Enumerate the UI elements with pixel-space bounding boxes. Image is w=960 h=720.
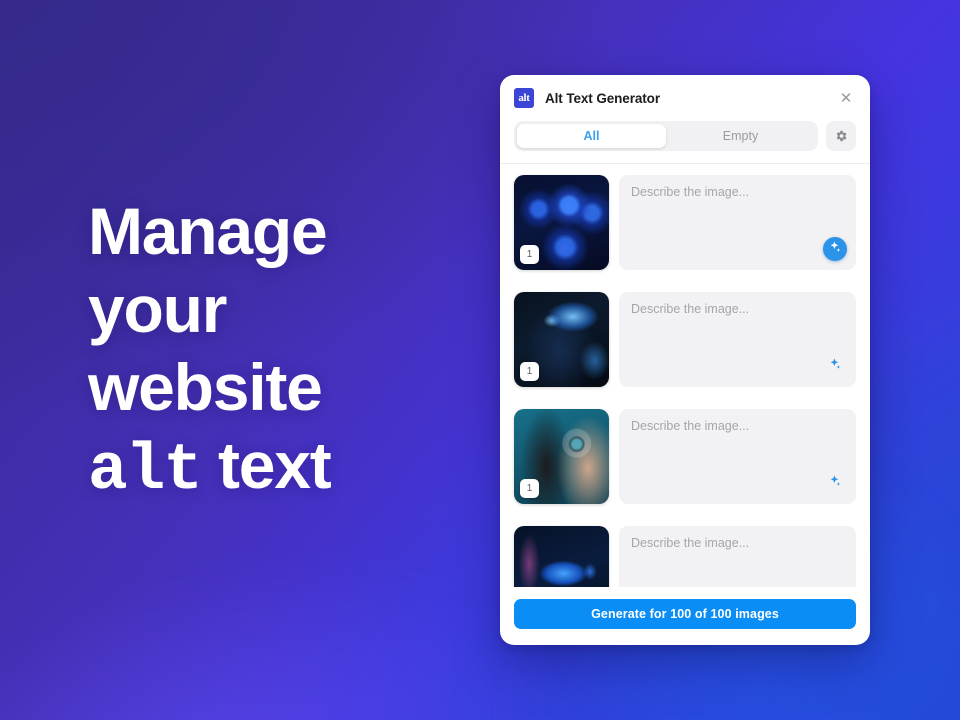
panel-tabs-row: All Empty	[500, 121, 870, 163]
generate-alt-text-button[interactable]	[823, 471, 847, 495]
image-count-badge: 1	[520, 362, 539, 381]
headline-line-4: alt text	[88, 426, 332, 510]
tab-all[interactable]: All	[517, 124, 666, 148]
list-item: 1 Describe the image...	[514, 515, 856, 587]
image-thumbnail[interactable]: 1	[514, 409, 609, 504]
panel-title: Alt Text Generator	[545, 90, 660, 106]
generate-alt-text-button[interactable]	[823, 237, 847, 261]
list-item: 1 Describe the image...	[514, 164, 856, 281]
image-list: 1 Describe the image... 1 Describe the i…	[500, 163, 870, 587]
alt-text-placeholder: Describe the image...	[631, 302, 750, 316]
sparkle-icon	[828, 357, 842, 376]
alt-text-generator-panel: alt Alt Text Generator ✕ All Empty 1 Des…	[500, 75, 870, 645]
image-thumbnail[interactable]: 1	[514, 292, 609, 387]
panel-footer: Generate for 100 of 100 images	[500, 587, 870, 645]
thumbnail-artwork	[514, 526, 609, 587]
alt-text-placeholder: Describe the image...	[631, 419, 750, 433]
alt-text-field[interactable]: Describe the image...	[619, 292, 856, 387]
alt-text-placeholder: Describe the image...	[631, 185, 750, 199]
panel-header: alt Alt Text Generator ✕	[500, 75, 870, 121]
headline-text-word: text	[217, 428, 332, 502]
list-item: 1 Describe the image...	[514, 398, 856, 515]
generate-alt-text-button[interactable]	[823, 354, 847, 378]
alt-text-field[interactable]: Describe the image...	[619, 409, 856, 504]
image-thumbnail[interactable]: 1	[514, 175, 609, 270]
sparkle-icon	[828, 240, 842, 259]
gear-icon	[834, 129, 848, 143]
headline-line-3: website	[88, 350, 323, 424]
image-count-badge: 1	[520, 245, 539, 264]
headline-line-2: your	[88, 272, 227, 346]
image-thumbnail[interactable]: 1	[514, 526, 609, 587]
close-icon[interactable]: ✕	[836, 88, 856, 108]
app-logo-icon: alt	[514, 88, 534, 108]
page-title: Manage your website alt text	[88, 192, 332, 510]
image-count-badge: 1	[520, 479, 539, 498]
generate-all-button[interactable]: Generate for 100 of 100 images	[514, 599, 856, 629]
headline-mono-alt: alt	[88, 433, 203, 508]
tab-empty[interactable]: Empty	[666, 124, 815, 148]
headline-line-1: Manage	[88, 194, 328, 268]
filter-segmented-control: All Empty	[514, 121, 818, 151]
alt-text-field[interactable]: Describe the image...	[619, 526, 856, 587]
alt-text-field[interactable]: Describe the image...	[619, 175, 856, 270]
alt-text-placeholder: Describe the image...	[631, 536, 750, 550]
list-item: 1 Describe the image...	[514, 281, 856, 398]
settings-button[interactable]	[826, 121, 856, 151]
sparkle-icon	[828, 474, 842, 493]
